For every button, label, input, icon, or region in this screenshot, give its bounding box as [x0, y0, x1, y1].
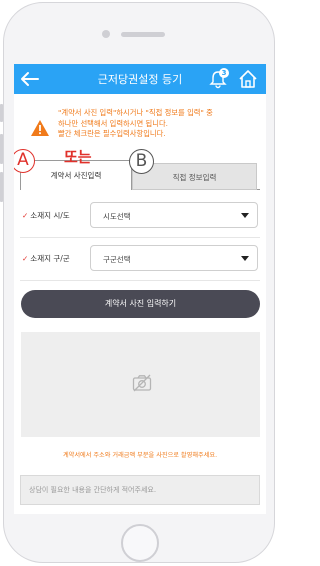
city-select[interactable]: 시도선택 [90, 202, 258, 228]
notice-line: 하나만 선택해서 입력하시면 됩니다. [58, 118, 168, 128]
required-check-icon: ✓ [22, 254, 29, 263]
city-label: ✓ 소재지 시/도 [22, 210, 70, 221]
photo-input-button[interactable]: 계약서 사진 입력하기 [21, 290, 260, 318]
memo-placeholder: 상담이 필요한 내용을 간단하게 적어주세요. [29, 486, 157, 494]
side-button-mute [0, 104, 3, 122]
photo-hint-text: 계약서에서 주소와 거래금액 부분을 사진으로 촬영해주세요. [62, 452, 218, 459]
notification-badge: 3 [219, 68, 229, 78]
side-button-volume-down [0, 172, 3, 202]
row-divider [20, 237, 260, 238]
app-header: 근저당권설정 등기 3 [14, 64, 266, 94]
city-label-text: 소재지 시/도 [30, 211, 70, 220]
app-screen: 근저당권설정 등기 3 "계약서 사진 입력"하시거나 "직접 정보를 입력" … [14, 64, 266, 514]
chevron-down-icon [241, 213, 249, 218]
district-select[interactable]: 구군선택 [90, 245, 258, 271]
annotation-b: B [129, 149, 154, 174]
notice-line: "계약서 사진 입력"하시거나 "직접 정보를 입력" 중 [58, 108, 213, 117]
front-camera [102, 30, 110, 38]
warning-icon [31, 120, 49, 136]
speaker-grille [121, 32, 165, 37]
notice-text: "계약서 사진 입력"하시거나 "직접 정보를 입력" 중 하나만 선택해서 입… [58, 108, 263, 140]
required-check-icon: ✓ [22, 211, 29, 220]
district-label-text: 소재지 구/군 [30, 254, 70, 263]
home-icon[interactable] [237, 68, 259, 90]
district-select-value: 구군선택 [103, 255, 131, 264]
annotation-or: 또는 [64, 148, 92, 166]
chevron-down-icon [241, 256, 249, 261]
camera-icon [132, 374, 152, 392]
phone-home-button[interactable] [121, 524, 159, 562]
row-divider [20, 280, 260, 281]
memo-input[interactable]: 상담이 필요한 내용을 간단하게 적어주세요. [20, 475, 260, 505]
district-label: ✓ 소재지 구/군 [22, 253, 70, 264]
notice-line: 빨간 체크란은 필수입력사항입니다. [58, 129, 166, 138]
side-button-volume-up [0, 134, 3, 164]
photo-preview-area[interactable] [21, 332, 260, 437]
city-select-value: 시도선택 [103, 212, 131, 221]
